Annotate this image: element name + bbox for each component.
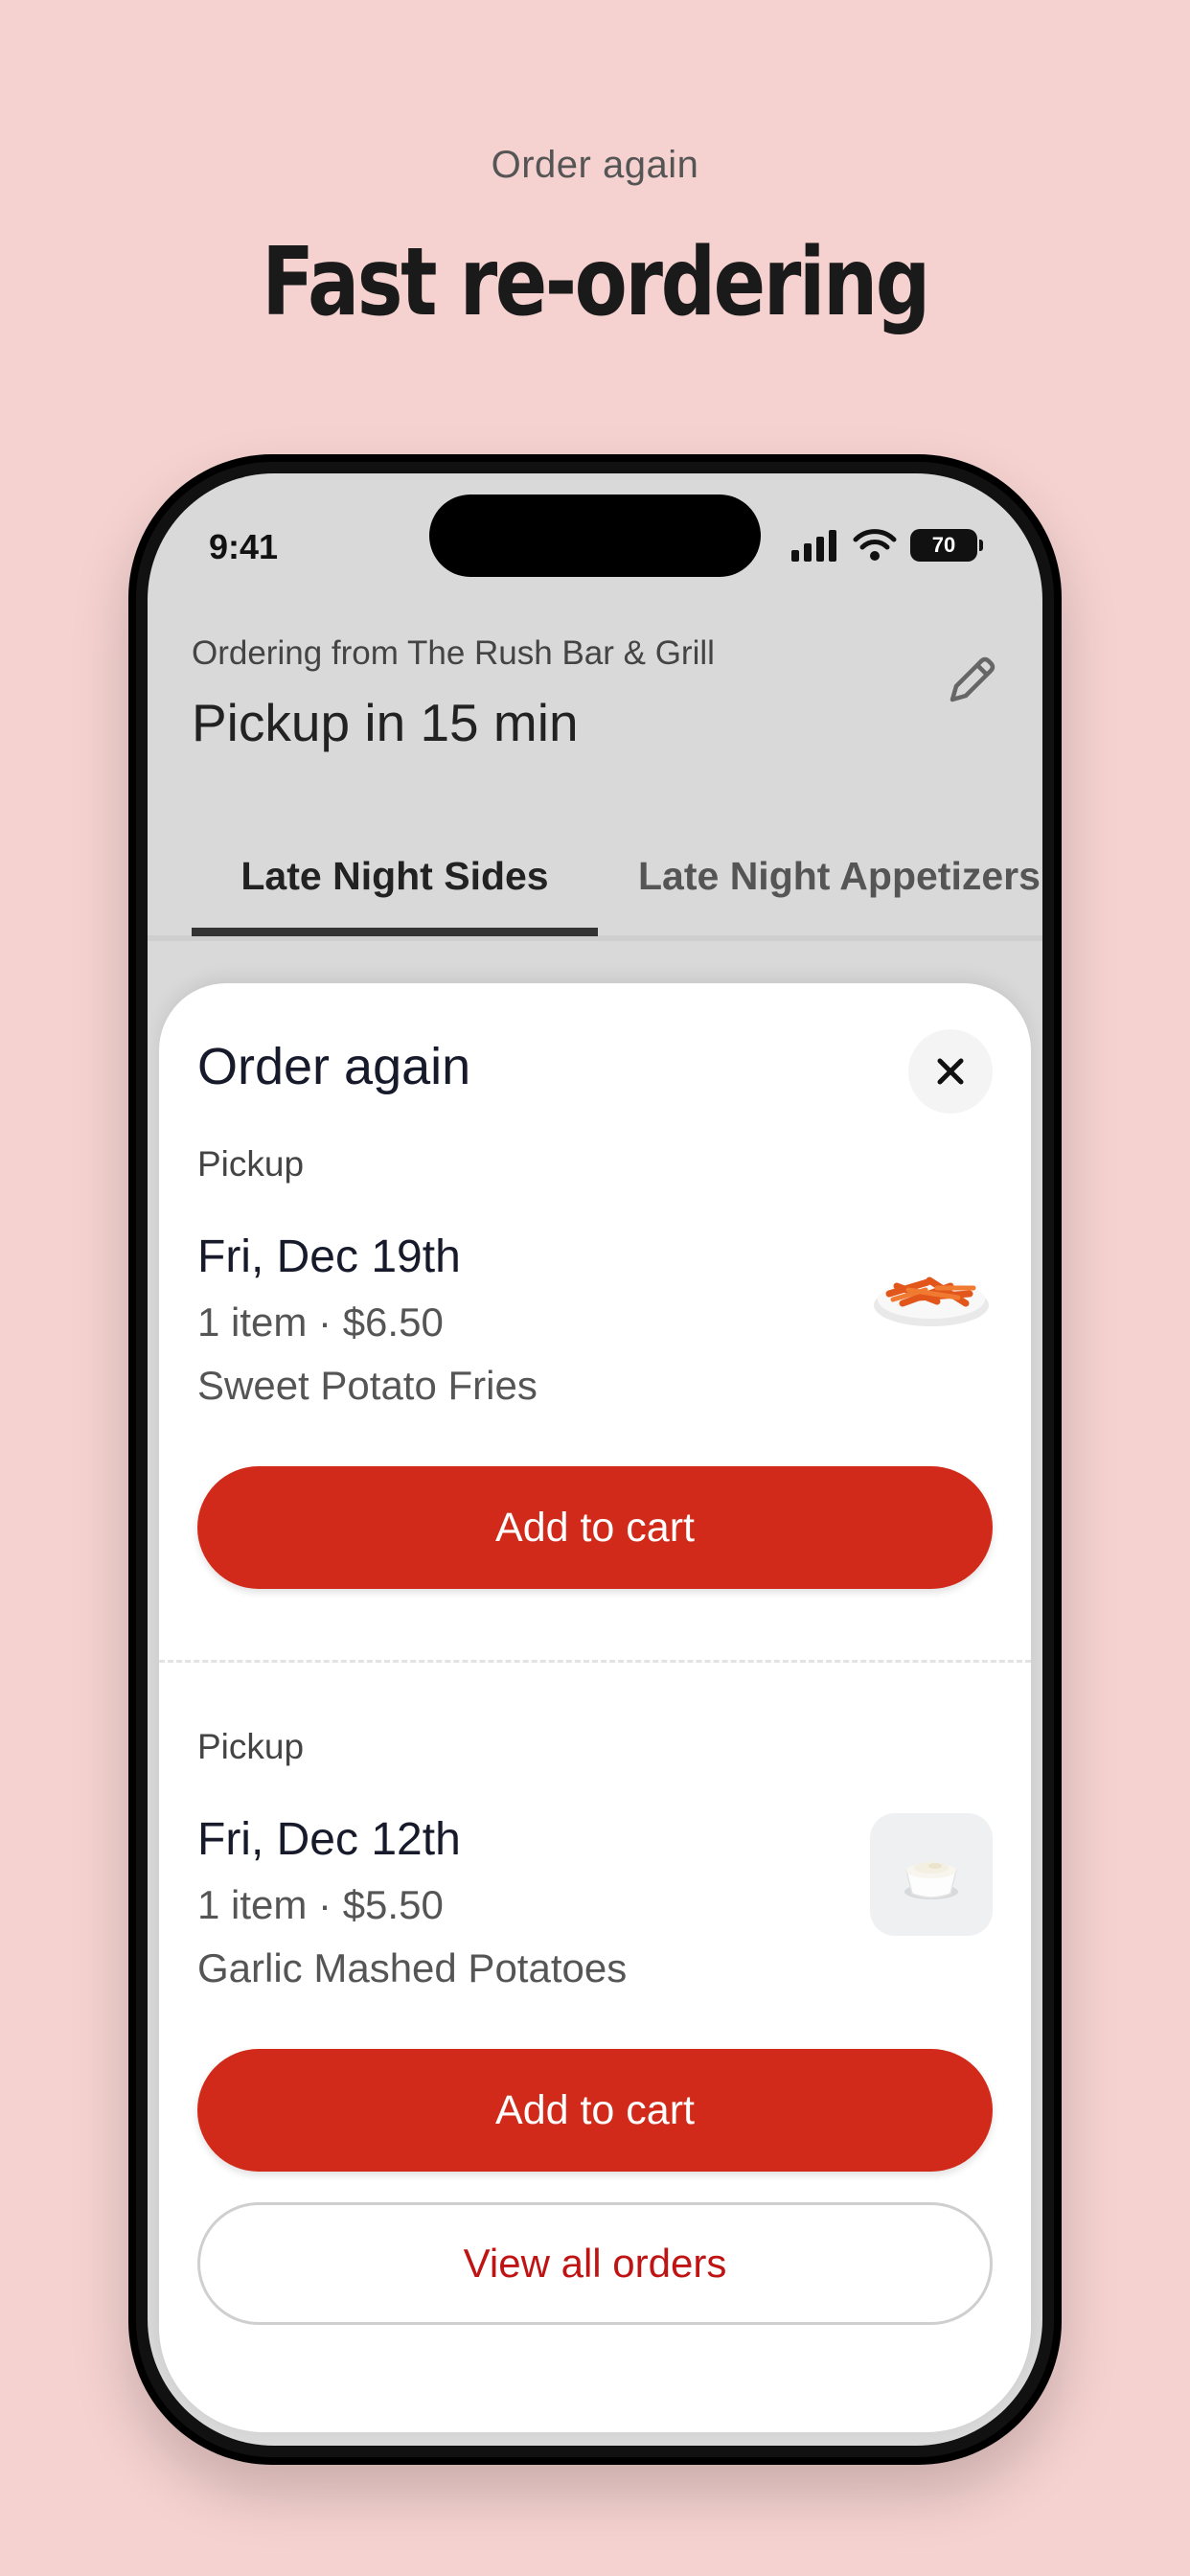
order-mode: Pickup (197, 1144, 305, 1184)
order-item-name: Garlic Mashed Potatoes (197, 1945, 628, 1990)
garlic-mashed-potatoes-image (870, 1813, 993, 1936)
promo-page: Order again Fast re-ordering 9:41 70 Ord… (0, 0, 1190, 2576)
battery-indicator: 70 (910, 529, 983, 562)
order-date: Fri, Dec 12th (197, 1814, 461, 1865)
status-time: 9:41 (209, 527, 279, 566)
tab-selected-indicator (192, 928, 598, 936)
promo-headline: Fast re-ordering (262, 228, 930, 337)
close-icon (937, 1058, 964, 1085)
pencil-icon (950, 656, 995, 702)
add-to-cart-button[interactable]: Add to cart (197, 1466, 993, 1589)
tab-late-night-appetizers[interactable]: Late Night Appetizers (638, 838, 1041, 943)
sheet-title: Order again (197, 1038, 471, 1095)
phone-frame: 9:41 70 Ordering from The Rush Bar & Gri… (128, 454, 1062, 2465)
order-meta: 1 item · $6.50 (197, 1300, 444, 1345)
status-icons: 70 (790, 529, 983, 562)
edit-order-button[interactable] (941, 650, 1002, 711)
order-mode: Pickup (197, 1727, 305, 1766)
sweet-potato-fries-image (870, 1230, 993, 1353)
order-meta: 1 item · $5.50 (197, 1882, 444, 1927)
wifi-icon (853, 529, 897, 561)
pickup-time[interactable]: Pickup in 15 min (192, 692, 579, 753)
order-again-sheet: Order again Pickup Fri, Dec 19th 1 item … (159, 983, 1031, 2432)
order-date: Fri, Dec 19th (197, 1231, 461, 1282)
close-button[interactable] (908, 1029, 993, 1114)
store-line: Ordering from The Rush Bar & Grill (192, 634, 715, 672)
order-divider (159, 1660, 1031, 1663)
promo-eyebrow: Order again (491, 144, 699, 186)
view-all-orders-button[interactable]: View all orders (197, 2202, 993, 2325)
add-to-cart-button[interactable]: Add to cart (197, 2049, 993, 2172)
dynamic-island (429, 494, 761, 577)
signal-icon (791, 530, 836, 562)
order-item-name: Sweet Potato Fries (197, 1363, 538, 1408)
phone-screen: 9:41 70 Ordering from The Rush Bar & Gri… (148, 473, 1042, 2446)
